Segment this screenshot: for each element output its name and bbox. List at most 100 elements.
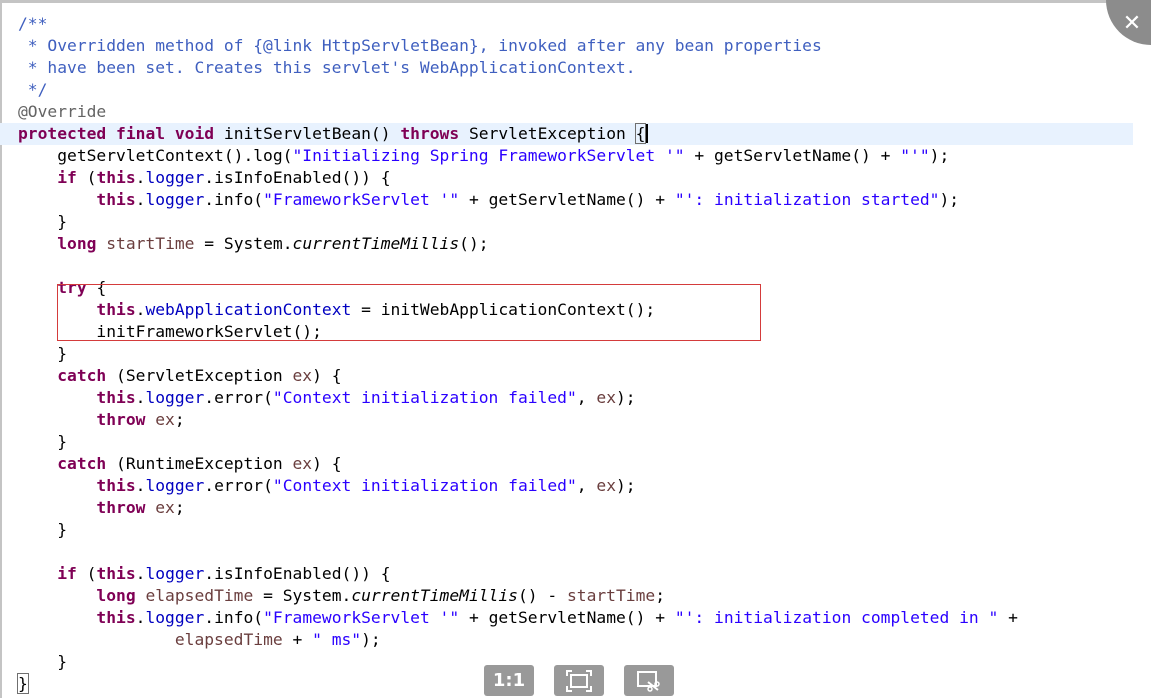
code-line[interactable]: try { [18,277,1133,299]
code-token: ex [596,476,616,495]
code-line[interactable]: catch (RuntimeException ex) { [18,453,1133,475]
code-token: * Overridden method of {@link HttpServle… [18,36,822,55]
code-line[interactable]: protected final void initServletBean() t… [0,123,1133,145]
code-line[interactable]: * have been set. Creates this servlet's … [18,57,1133,79]
code-token: throw [96,498,146,517]
code-token: "': initialization completed in " [674,608,999,627]
code-token: . [135,564,146,583]
code-token: ( [76,564,97,583]
code-line[interactable]: /** [18,13,1133,35]
code-token: = System. [194,234,293,253]
code-token: "Initializing Spring FrameworkServlet '" [292,146,685,165]
code-token: webApplicationContext [145,300,352,319]
code-token: " ms" [312,630,362,649]
code-token: "Context initialization failed" [272,476,577,495]
code-line[interactable]: long startTime = System.currentTimeMilli… [18,233,1133,255]
code-token: void [174,124,215,143]
code-token: } [18,344,68,363]
code-line[interactable]: this.logger.error("Context initializatio… [18,387,1133,409]
actual-size-button[interactable]: 1:1 [484,665,534,696]
code-token: logger [145,388,205,407]
crop-edit-button[interactable] [624,665,674,696]
code-token: this [96,564,136,583]
code-line[interactable]: this.logger.info("FrameworkServlet '" + … [18,607,1133,629]
code-token: (ServletException [106,366,293,385]
code-line[interactable] [18,255,1133,277]
code-token: elapsedTime [174,630,283,649]
code-token: ex [292,366,313,385]
code-line[interactable]: } [18,519,1133,541]
code-token: + getServletName() + [459,190,675,209]
code-token: , [576,388,597,407]
code-token: + getServletName() + [684,146,901,165]
code-token: */ [18,80,48,99]
code-token: . [135,168,146,187]
code-token: protected [18,124,107,143]
code-token: ); [929,146,950,165]
code-token: getServletContext().log( [18,146,293,165]
code-token: ) { [312,366,342,385]
code-token: () - [517,586,567,605]
code-line[interactable]: throw ex; [18,497,1133,519]
fit-screen-button[interactable] [554,665,604,696]
code-token: long [96,586,136,605]
code-token: initServletBean() [214,124,401,143]
code-token: ex [155,410,175,429]
code-line[interactable]: * Overridden method of {@link HttpServle… [18,35,1133,57]
code-line[interactable]: initFrameworkServlet(); [18,321,1133,343]
code-line[interactable]: } [18,211,1133,233]
code-token: ( [76,168,97,187]
code-token: ); [939,190,960,209]
code-line[interactable]: throw ex; [18,409,1133,431]
code-token: this [96,300,136,319]
actual-size-label: 1:1 [492,670,526,691]
code-token: throw [96,410,146,429]
code-token: startTime [106,234,195,253]
code-token: ; [655,586,666,605]
code-token: .info( [204,608,264,627]
code-token: throws [400,124,460,143]
code-line[interactable]: */ [18,79,1133,101]
code-line[interactable]: this.logger.error("Context initializatio… [18,475,1133,497]
code-line[interactable]: if (this.logger.isInfoEnabled()) { [18,563,1133,585]
window-top-border [0,0,1151,3]
code-token: this [96,388,136,407]
code-token: .error( [204,476,273,495]
code-line[interactable]: } [18,343,1133,365]
window-left-border [0,0,2,698]
code-token: (); [459,234,489,253]
code-line[interactable] [18,541,1133,563]
code-line[interactable]: @Override [18,101,1133,123]
code-editor[interactable]: /** * Overridden method of {@link HttpSe… [0,13,1133,695]
code-token: catch [57,366,107,385]
code-line[interactable]: catch (ServletException ex) { [18,365,1133,387]
code-token: currentTimeMillis [292,234,460,253]
fit-screen-icon [566,669,592,692]
code-line[interactable]: getServletContext().log("Initializing Sp… [18,145,1133,167]
code-token: . [135,388,146,407]
code-token: "FrameworkServlet '" [263,190,460,209]
code-line[interactable]: this.logger.info("FrameworkServlet '" + … [18,189,1133,211]
code-token: .isInfoEnabled()) { [204,168,391,187]
code-token: /** [18,14,48,33]
code-token: catch [57,454,107,473]
code-line[interactable]: elapsedTime + " ms"); [18,629,1133,651]
code-line[interactable]: } [18,431,1133,453]
code-line[interactable]: long elapsedTime = System.currentTimeMil… [18,585,1133,607]
close-button[interactable]: ✕ [1119,10,1145,36]
code-token: } [17,673,29,694]
code-token: + [998,608,1018,627]
code-token: { [86,278,107,297]
code-line[interactable]: if (this.logger.isInfoEnabled()) { [18,167,1133,189]
code-line[interactable]: this.webApplicationContext = initWebAppl… [18,299,1133,321]
code-token: "'" [900,146,930,165]
image-viewer-toolbar: 1:1 [484,665,674,698]
